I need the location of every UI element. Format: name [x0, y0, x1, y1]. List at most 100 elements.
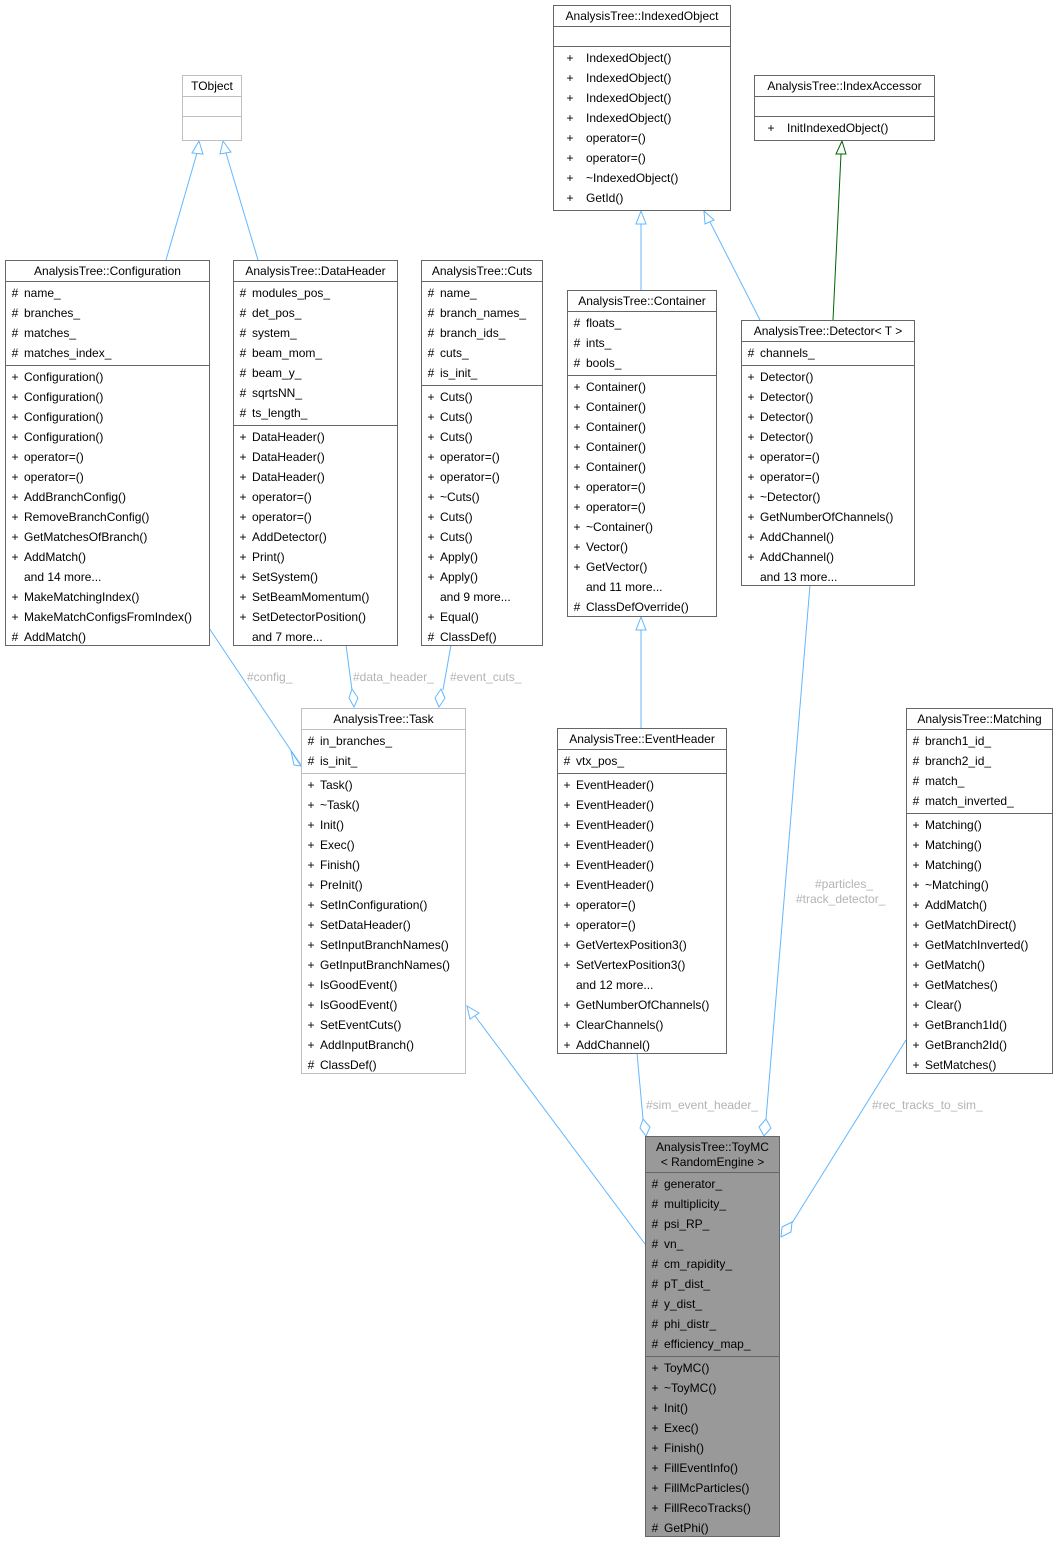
attribute-psi-rp[interactable]: # psi_RP_: [646, 1214, 779, 1234]
method-configuration[interactable]: + Configuration(): [6, 407, 209, 427]
method-addinputbranch[interactable]: + AddInputBranch(): [302, 1035, 465, 1055]
method-equal[interactable]: + Equal(): [422, 607, 542, 627]
attribute-beam-mom[interactable]: # beam_mom_: [234, 343, 397, 363]
class-matching[interactable]: AnalysisTree::Matching # branch1_id_ # branc…: [906, 708, 1053, 1074]
attribute-system[interactable]: # system_: [234, 323, 397, 343]
method-addchannel[interactable]: + AddChannel(): [742, 547, 914, 567]
method-finish[interactable]: + Finish(): [646, 1438, 779, 1458]
method-setdataheader[interactable]: + SetDataHeader(): [302, 915, 465, 935]
attribute-name[interactable]: # name_: [6, 283, 209, 303]
method-setmatches[interactable]: + SetMatches(): [907, 1055, 1052, 1075]
class-detector[interactable]: AnalysisTree::Detector< T > # channels_ + De…: [741, 320, 915, 586]
more-members-link[interactable]: and 11 more...: [568, 577, 716, 597]
method-container[interactable]: + Container(): [568, 437, 716, 457]
method-toymc[interactable]: + ~ToyMC(): [646, 1378, 779, 1398]
method-addmatch[interactable]: + AddMatch(): [6, 547, 209, 567]
method-initindexedobject[interactable]: + InitIndexedObject(): [755, 118, 934, 138]
attribute-floats[interactable]: # floats_: [568, 313, 716, 333]
method-apply[interactable]: + Apply(): [422, 547, 542, 567]
more-members-link[interactable]: and 13 more...: [742, 567, 914, 587]
method-isgoodevent[interactable]: + IsGoodEvent(): [302, 975, 465, 995]
method-getinputbranchnames[interactable]: + GetInputBranchNames(): [302, 955, 465, 975]
method-eventheader[interactable]: + EventHeader(): [558, 795, 726, 815]
method-makematchconfigsfromindex[interactable]: + MakeMatchConfigsFromIndex(): [6, 607, 209, 627]
method-makematchingindex[interactable]: + MakeMatchingIndex(): [6, 587, 209, 607]
method-dataheader[interactable]: + DataHeader(): [234, 467, 397, 487]
method-classdefoverride[interactable]: # ClassDefOverride(): [568, 597, 716, 617]
attribute-modules-pos[interactable]: # modules_pos_: [234, 283, 397, 303]
attribute-in-branches[interactable]: # in_branches_: [302, 731, 465, 751]
attribute-branch2-id[interactable]: # branch2_id_: [907, 751, 1052, 771]
method-operator[interactable]: + operator=(): [558, 915, 726, 935]
method-clear[interactable]: + Clear(): [907, 995, 1052, 1015]
method-container[interactable]: + Container(): [568, 397, 716, 417]
more-members-link[interactable]: and 14 more...: [6, 567, 209, 587]
method-getmatchdirect[interactable]: + GetMatchDirect(): [907, 915, 1052, 935]
method-getbranch2id[interactable]: + GetBranch2Id(): [907, 1035, 1052, 1055]
method-cuts[interactable]: + Cuts(): [422, 507, 542, 527]
method-exec[interactable]: + Exec(): [302, 835, 465, 855]
attribute-cuts[interactable]: # cuts_: [422, 343, 542, 363]
method-clearchannels[interactable]: + ClearChannels(): [558, 1015, 726, 1035]
method-getnumberofchannels[interactable]: + GetNumberOfChannels(): [558, 995, 726, 1015]
attribute-branches[interactable]: # branches_: [6, 303, 209, 323]
method-configuration[interactable]: + Configuration(): [6, 367, 209, 387]
method-operator[interactable]: + operator=(): [742, 447, 914, 467]
class-configuration[interactable]: AnalysisTree::Configuration # name_ # branch…: [5, 260, 210, 646]
method-cuts[interactable]: + Cuts(): [422, 387, 542, 407]
method-matching[interactable]: + Matching(): [907, 855, 1052, 875]
method-eventheader[interactable]: + EventHeader(): [558, 775, 726, 795]
method-init[interactable]: + Init(): [302, 815, 465, 835]
attribute-bools[interactable]: # bools_: [568, 353, 716, 373]
attribute-phi-distr[interactable]: # phi_distr_: [646, 1314, 779, 1334]
method-cuts[interactable]: + Cuts(): [422, 527, 542, 547]
method-cuts[interactable]: + ~Cuts(): [422, 487, 542, 507]
attribute-generator[interactable]: # generator_: [646, 1174, 779, 1194]
method-isgoodevent[interactable]: + IsGoodEvent(): [302, 995, 465, 1015]
method-operator[interactable]: + operator=(): [554, 148, 730, 168]
method-getvertexposition3[interactable]: + GetVertexPosition3(): [558, 935, 726, 955]
method-removebranchconfig[interactable]: + RemoveBranchConfig(): [6, 507, 209, 527]
method-eventheader[interactable]: + EventHeader(): [558, 835, 726, 855]
method-addchannel[interactable]: + AddChannel(): [742, 527, 914, 547]
method-container[interactable]: + Container(): [568, 457, 716, 477]
method-indexedobject[interactable]: + IndexedObject(): [554, 48, 730, 68]
method-setbeammomentum[interactable]: + SetBeamMomentum(): [234, 587, 397, 607]
method-operator[interactable]: + operator=(): [742, 467, 914, 487]
attribute-pt-dist[interactable]: # pT_dist_: [646, 1274, 779, 1294]
method-getmatch[interactable]: + GetMatch(): [907, 955, 1052, 975]
method-task[interactable]: + Task(): [302, 775, 465, 795]
method-addmatch[interactable]: # AddMatch(): [6, 627, 209, 647]
attribute-ts-length[interactable]: # ts_length_: [234, 403, 397, 423]
class-task[interactable]: AnalysisTree::Task # in_branches_ # is_init_…: [301, 708, 466, 1074]
method-finish[interactable]: + Finish(): [302, 855, 465, 875]
method-task[interactable]: + ~Task(): [302, 795, 465, 815]
method-dataheader[interactable]: + DataHeader(): [234, 447, 397, 467]
attribute-branch-names[interactable]: # branch_names_: [422, 303, 542, 323]
method-dataheader[interactable]: + DataHeader(): [234, 427, 397, 447]
more-members-link[interactable]: and 12 more...: [558, 975, 726, 995]
attribute-beam-y[interactable]: # beam_y_: [234, 363, 397, 383]
method-getbranch1id[interactable]: + GetBranch1Id(): [907, 1015, 1052, 1035]
class-eventheader[interactable]: AnalysisTree::EventHeader # vtx_pos_ + Event…: [557, 728, 727, 1054]
method-container[interactable]: + ~Container(): [568, 517, 716, 537]
class-container[interactable]: AnalysisTree::Container # floats_ # ints_ # bo…: [567, 290, 717, 617]
attribute-match[interactable]: # match_: [907, 771, 1052, 791]
attribute-ints[interactable]: # ints_: [568, 333, 716, 353]
method-cuts[interactable]: + Cuts(): [422, 407, 542, 427]
method-setinconfiguration[interactable]: + SetInConfiguration(): [302, 895, 465, 915]
method-operator[interactable]: + operator=(): [6, 447, 209, 467]
method-init[interactable]: + Init(): [646, 1398, 779, 1418]
attribute-name[interactable]: # name_: [422, 283, 542, 303]
method-matching[interactable]: + Matching(): [907, 815, 1052, 835]
method-getmatchinverted[interactable]: + GetMatchInverted(): [907, 935, 1052, 955]
method-operator[interactable]: + operator=(): [6, 467, 209, 487]
class-cuts[interactable]: AnalysisTree::Cuts # name_ # branch_names_ # b…: [421, 260, 543, 646]
method-operator[interactable]: + operator=(): [568, 477, 716, 497]
method-detector[interactable]: + Detector(): [742, 387, 914, 407]
class-indexedobject[interactable]: AnalysisTree::IndexedObject + IndexedObjec…: [553, 5, 731, 211]
method-setvertexposition3[interactable]: + SetVertexPosition3(): [558, 955, 726, 975]
method-adddetector[interactable]: + AddDetector(): [234, 527, 397, 547]
method-vector[interactable]: + Vector(): [568, 537, 716, 557]
attribute-vn[interactable]: # vn_: [646, 1234, 779, 1254]
